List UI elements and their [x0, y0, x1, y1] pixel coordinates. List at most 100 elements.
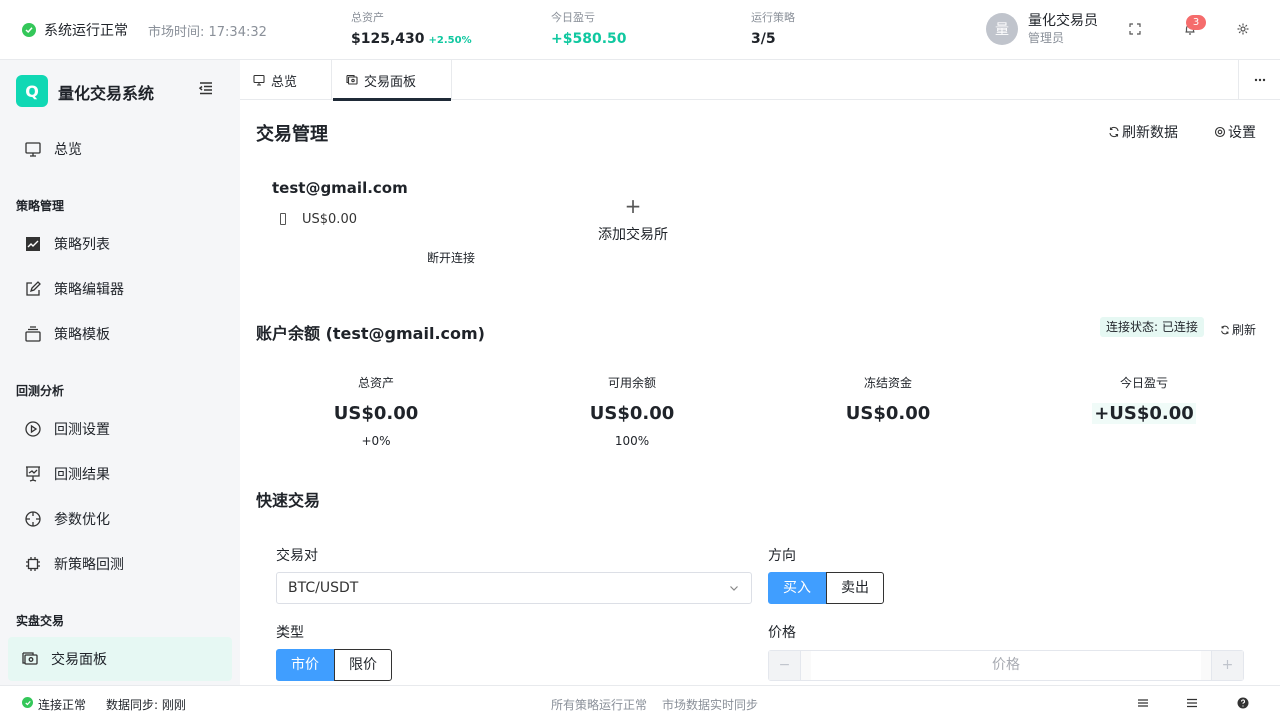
balance-card-today-pnl: 今日盈亏 +US$0.00 [1024, 374, 1264, 424]
total-assets-change: +2.50% [428, 35, 472, 46]
sidebar-item-backtest-results[interactable]: 回测结果 [8, 452, 232, 496]
stat-value: $125,430 +2.50% [351, 30, 472, 50]
balance-card-frozen: 冻结资金 US$0.00 [768, 374, 1008, 424]
menu-collapse-icon[interactable] [198, 80, 214, 96]
sidebar-item-label: 总览 [54, 142, 82, 158]
sidebar-item-new-backtest[interactable]: 新策略回测 [8, 542, 232, 586]
strategies-status: 所有策略运行正常 [551, 698, 648, 712]
market-order-button[interactable]: 市价 [276, 649, 334, 681]
sidebar-item-strategy-editor[interactable]: 策略编辑器 [8, 267, 232, 311]
balance-card-value: US$0.00 [589, 403, 675, 424]
edit-icon [24, 280, 42, 298]
monitor-icon [253, 74, 265, 86]
help-icon[interactable] [1237, 697, 1249, 709]
check-circle-icon [22, 697, 33, 708]
tab-label: 总览 [271, 74, 298, 90]
tab-overview[interactable]: 总览 [240, 60, 332, 100]
sidebar-item-strategy-templates[interactable]: 策略模板 [8, 312, 232, 356]
check-circle-icon [22, 23, 36, 37]
settings-label: 设置 [1228, 125, 1256, 141]
monitor-icon [24, 140, 42, 158]
order-type-toggle: 市价 限价 [276, 649, 392, 681]
side-label: 方向 [768, 548, 796, 564]
refresh-icon [1220, 325, 1230, 335]
main-content: 交易管理 刷新数据 设置 test@gmail.com US$0.00 断开连接… [240, 100, 1280, 685]
balance-card-value: US$0.00 [333, 403, 419, 424]
list-icon[interactable] [1137, 697, 1149, 709]
sidebar-item-strategy-list[interactable]: 策略列表 [8, 222, 232, 266]
balance-card-sub: 100% [614, 434, 650, 448]
disconnect-button[interactable]: 断开连接 [427, 249, 475, 266]
tab-trade-panel[interactable]: 交易面板 [333, 60, 452, 101]
more-icon[interactable] [1238, 60, 1280, 100]
price-placeholder[interactable]: 价格 [811, 651, 1201, 680]
sidebar-item-label: 策略编辑器 [54, 282, 124, 298]
plus-icon: + [624, 194, 642, 218]
balance-card-available: 可用余额 US$0.00 100% [512, 374, 752, 448]
sell-button[interactable]: 卖出 [826, 572, 884, 604]
refresh-balance-button[interactable]: 刷新 [1220, 321, 1256, 338]
stat-total-assets: 总资产 $125,430 +2.50% [351, 11, 472, 50]
user-menu[interactable]: 量 量化交易员 管理员 [986, 12, 1098, 46]
cpu-icon [24, 555, 42, 573]
refresh-data-button[interactable]: 刷新数据 [1108, 122, 1178, 142]
system-status: 系统运行正常 [22, 20, 128, 40]
sidebar-item-overview[interactable]: 总览 [8, 127, 232, 171]
system-status-text: 系统运行正常 [44, 23, 128, 39]
notification-badge: 3 [1186, 15, 1206, 30]
tab-bar: 总览 交易面板 [240, 60, 1280, 101]
quick-trade-title: 快速交易 [256, 491, 321, 510]
balance-card-sub: +0% [361, 434, 391, 448]
buy-button[interactable]: 买入 [768, 572, 826, 604]
nav-group-backtest: 回测分析 [16, 384, 65, 398]
refresh-icon [1108, 126, 1120, 138]
balance-card-value: +US$0.00 [1092, 403, 1196, 424]
sidebar-item-param-optimization[interactable]: 参数优化 [8, 497, 232, 541]
presentation-chart-icon [24, 465, 42, 483]
market-time: 市场时间: 17:34:32 [148, 25, 267, 40]
decrement-button[interactable]: − [769, 651, 801, 680]
gear-icon [1214, 126, 1226, 138]
nav-group-strategy: 策略管理 [16, 199, 65, 213]
sidebar-item-label: 策略列表 [54, 237, 110, 253]
limit-order-button[interactable]: 限价 [334, 649, 392, 681]
wallet-icon [280, 213, 286, 225]
today-pnl-value: +$580.50 [551, 31, 627, 47]
app-logo: Q [16, 75, 48, 107]
sidebar-item-label: 回测设置 [54, 422, 110, 438]
balance-card-total: 总资产 US$0.00 +0% [256, 374, 496, 448]
connection-status: 连接正常 [38, 698, 87, 712]
price-input[interactable]: − 价格 + [768, 650, 1244, 681]
page-title: 交易管理 [256, 124, 328, 145]
stat-label: 运行策略 [751, 11, 795, 24]
gear-icon[interactable] [1236, 22, 1252, 38]
add-exchange-button[interactable]: + 添加交易所 [596, 196, 670, 244]
sidebar-item-label: 参数优化 [54, 512, 110, 528]
wallet-icon [21, 650, 39, 668]
account-balance: US$0.00 [302, 212, 357, 227]
fullscreen-icon[interactable] [1128, 22, 1144, 38]
avatar[interactable]: 量 [986, 13, 1018, 45]
pair-select[interactable]: BTC/USDT [276, 572, 752, 604]
market-data-status: 市场数据实时同步 [662, 698, 759, 712]
account-email: test@gmail.com [272, 179, 408, 197]
balance-card-value: US$0.00 [845, 403, 931, 424]
wallet-icon [346, 74, 358, 86]
pair-label: 交易对 [276, 548, 318, 564]
sidebar-item-label: 交易面板 [51, 652, 107, 668]
sidebar-item-label: 回测结果 [54, 467, 110, 483]
add-exchange-label: 添加交易所 [598, 227, 668, 243]
stat-label: 今日盈亏 [551, 11, 595, 24]
sidebar-item-trade-panel[interactable]: 交易面板 [8, 637, 232, 681]
pair-select-value: BTC/USDT [288, 580, 359, 596]
menu-icon[interactable] [1186, 697, 1198, 709]
top-bar: 系统运行正常 市场时间: 17:34:32 总资产 $125,430 +2.50%… [0, 0, 1280, 60]
running-strategies-value: 3/5 [751, 31, 776, 47]
increment-button[interactable]: + [1211, 651, 1243, 680]
settings-button[interactable]: 设置 [1214, 122, 1256, 142]
nav-group-live: 实盘交易 [16, 614, 65, 628]
balance-card-label: 今日盈亏 [1119, 376, 1168, 390]
refresh-data-label: 刷新数据 [1122, 125, 1178, 141]
sidebar-item-backtest-settings[interactable]: 回测设置 [8, 407, 232, 451]
type-label: 类型 [276, 625, 304, 641]
